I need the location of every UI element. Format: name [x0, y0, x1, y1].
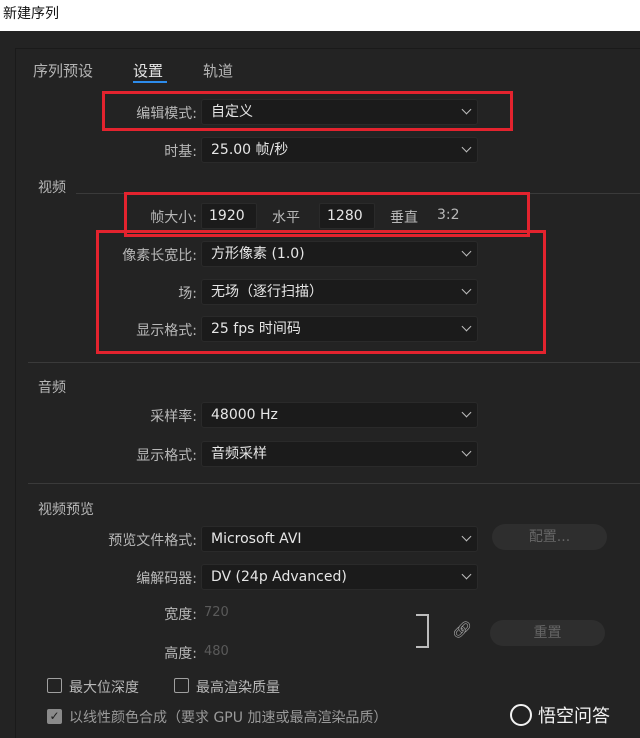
chevron-down-icon	[461, 142, 472, 153]
window-title: 新建序列	[0, 0, 640, 31]
reset-button[interactable]: 重置	[490, 620, 605, 646]
active-tab-indicator	[133, 81, 167, 83]
preview-file-format-label: 预览文件格式:	[108, 533, 197, 549]
tab-settings[interactable]: 设置	[133, 60, 163, 81]
linear-color-checkbox[interactable]: ✓	[47, 709, 62, 724]
codec-select[interactable]: DV (24p Advanced)	[201, 564, 478, 590]
constrain-bracket	[416, 614, 429, 648]
timebase-value: 25.00 帧/秒	[211, 142, 289, 158]
tab-sequence-presets[interactable]: 序列预设	[33, 60, 93, 81]
highlight-edit-mode	[102, 91, 513, 131]
chevron-down-icon	[461, 569, 472, 580]
max-render-quality-label: 最高渲染质量	[196, 680, 280, 696]
video-audio-divider	[28, 362, 640, 363]
highlight-video-settings	[96, 230, 546, 354]
preview-height-value: 480	[204, 644, 229, 659]
audio-display-format-select[interactable]: 音频采样	[201, 441, 478, 467]
preview-file-format-value: Microsoft AVI	[211, 531, 302, 547]
timebase-label: 时基:	[164, 144, 197, 160]
sample-rate-label: 采样率:	[150, 409, 197, 425]
tab-tracks[interactable]: 轨道	[203, 60, 233, 81]
video-preview-section-title: 视频预览	[38, 502, 94, 518]
max-bit-depth-label: 最大位深度	[69, 680, 139, 696]
timebase-select[interactable]: 25.00 帧/秒	[201, 137, 478, 163]
codec-label: 编解码器:	[136, 571, 197, 587]
audio-display-format-value: 音频采样	[211, 446, 267, 462]
chevron-down-icon	[461, 531, 472, 542]
sample-rate-select[interactable]: 48000 Hz	[201, 402, 478, 428]
configure-button[interactable]: 配置...	[492, 524, 607, 550]
audio-preview-divider	[28, 483, 640, 484]
watermark-logo-icon	[510, 704, 532, 726]
chevron-down-icon	[461, 407, 472, 418]
linear-color-label: 以线性颜色合成（要求 GPU 加速或最高渲染品质）	[69, 710, 388, 726]
codec-value: DV (24p Advanced)	[211, 569, 347, 585]
max-bit-depth-checkbox[interactable]	[47, 678, 62, 693]
preview-height-label: 高度:	[164, 646, 197, 662]
chevron-down-icon	[461, 446, 472, 457]
sample-rate-value: 48000 Hz	[211, 407, 278, 423]
preview-width-value: 720	[204, 605, 229, 620]
video-section-title: 视频	[38, 180, 66, 196]
audio-display-format-label: 显示格式:	[136, 448, 197, 464]
watermark-text: 悟空问答	[538, 706, 610, 727]
link-icon[interactable]: 🔗︎	[452, 620, 472, 639]
preview-width-label: 宽度:	[164, 607, 197, 623]
preview-file-format-select[interactable]: Microsoft AVI	[201, 526, 478, 552]
max-render-quality-checkbox[interactable]	[174, 678, 189, 693]
audio-section-title: 音频	[38, 380, 66, 396]
